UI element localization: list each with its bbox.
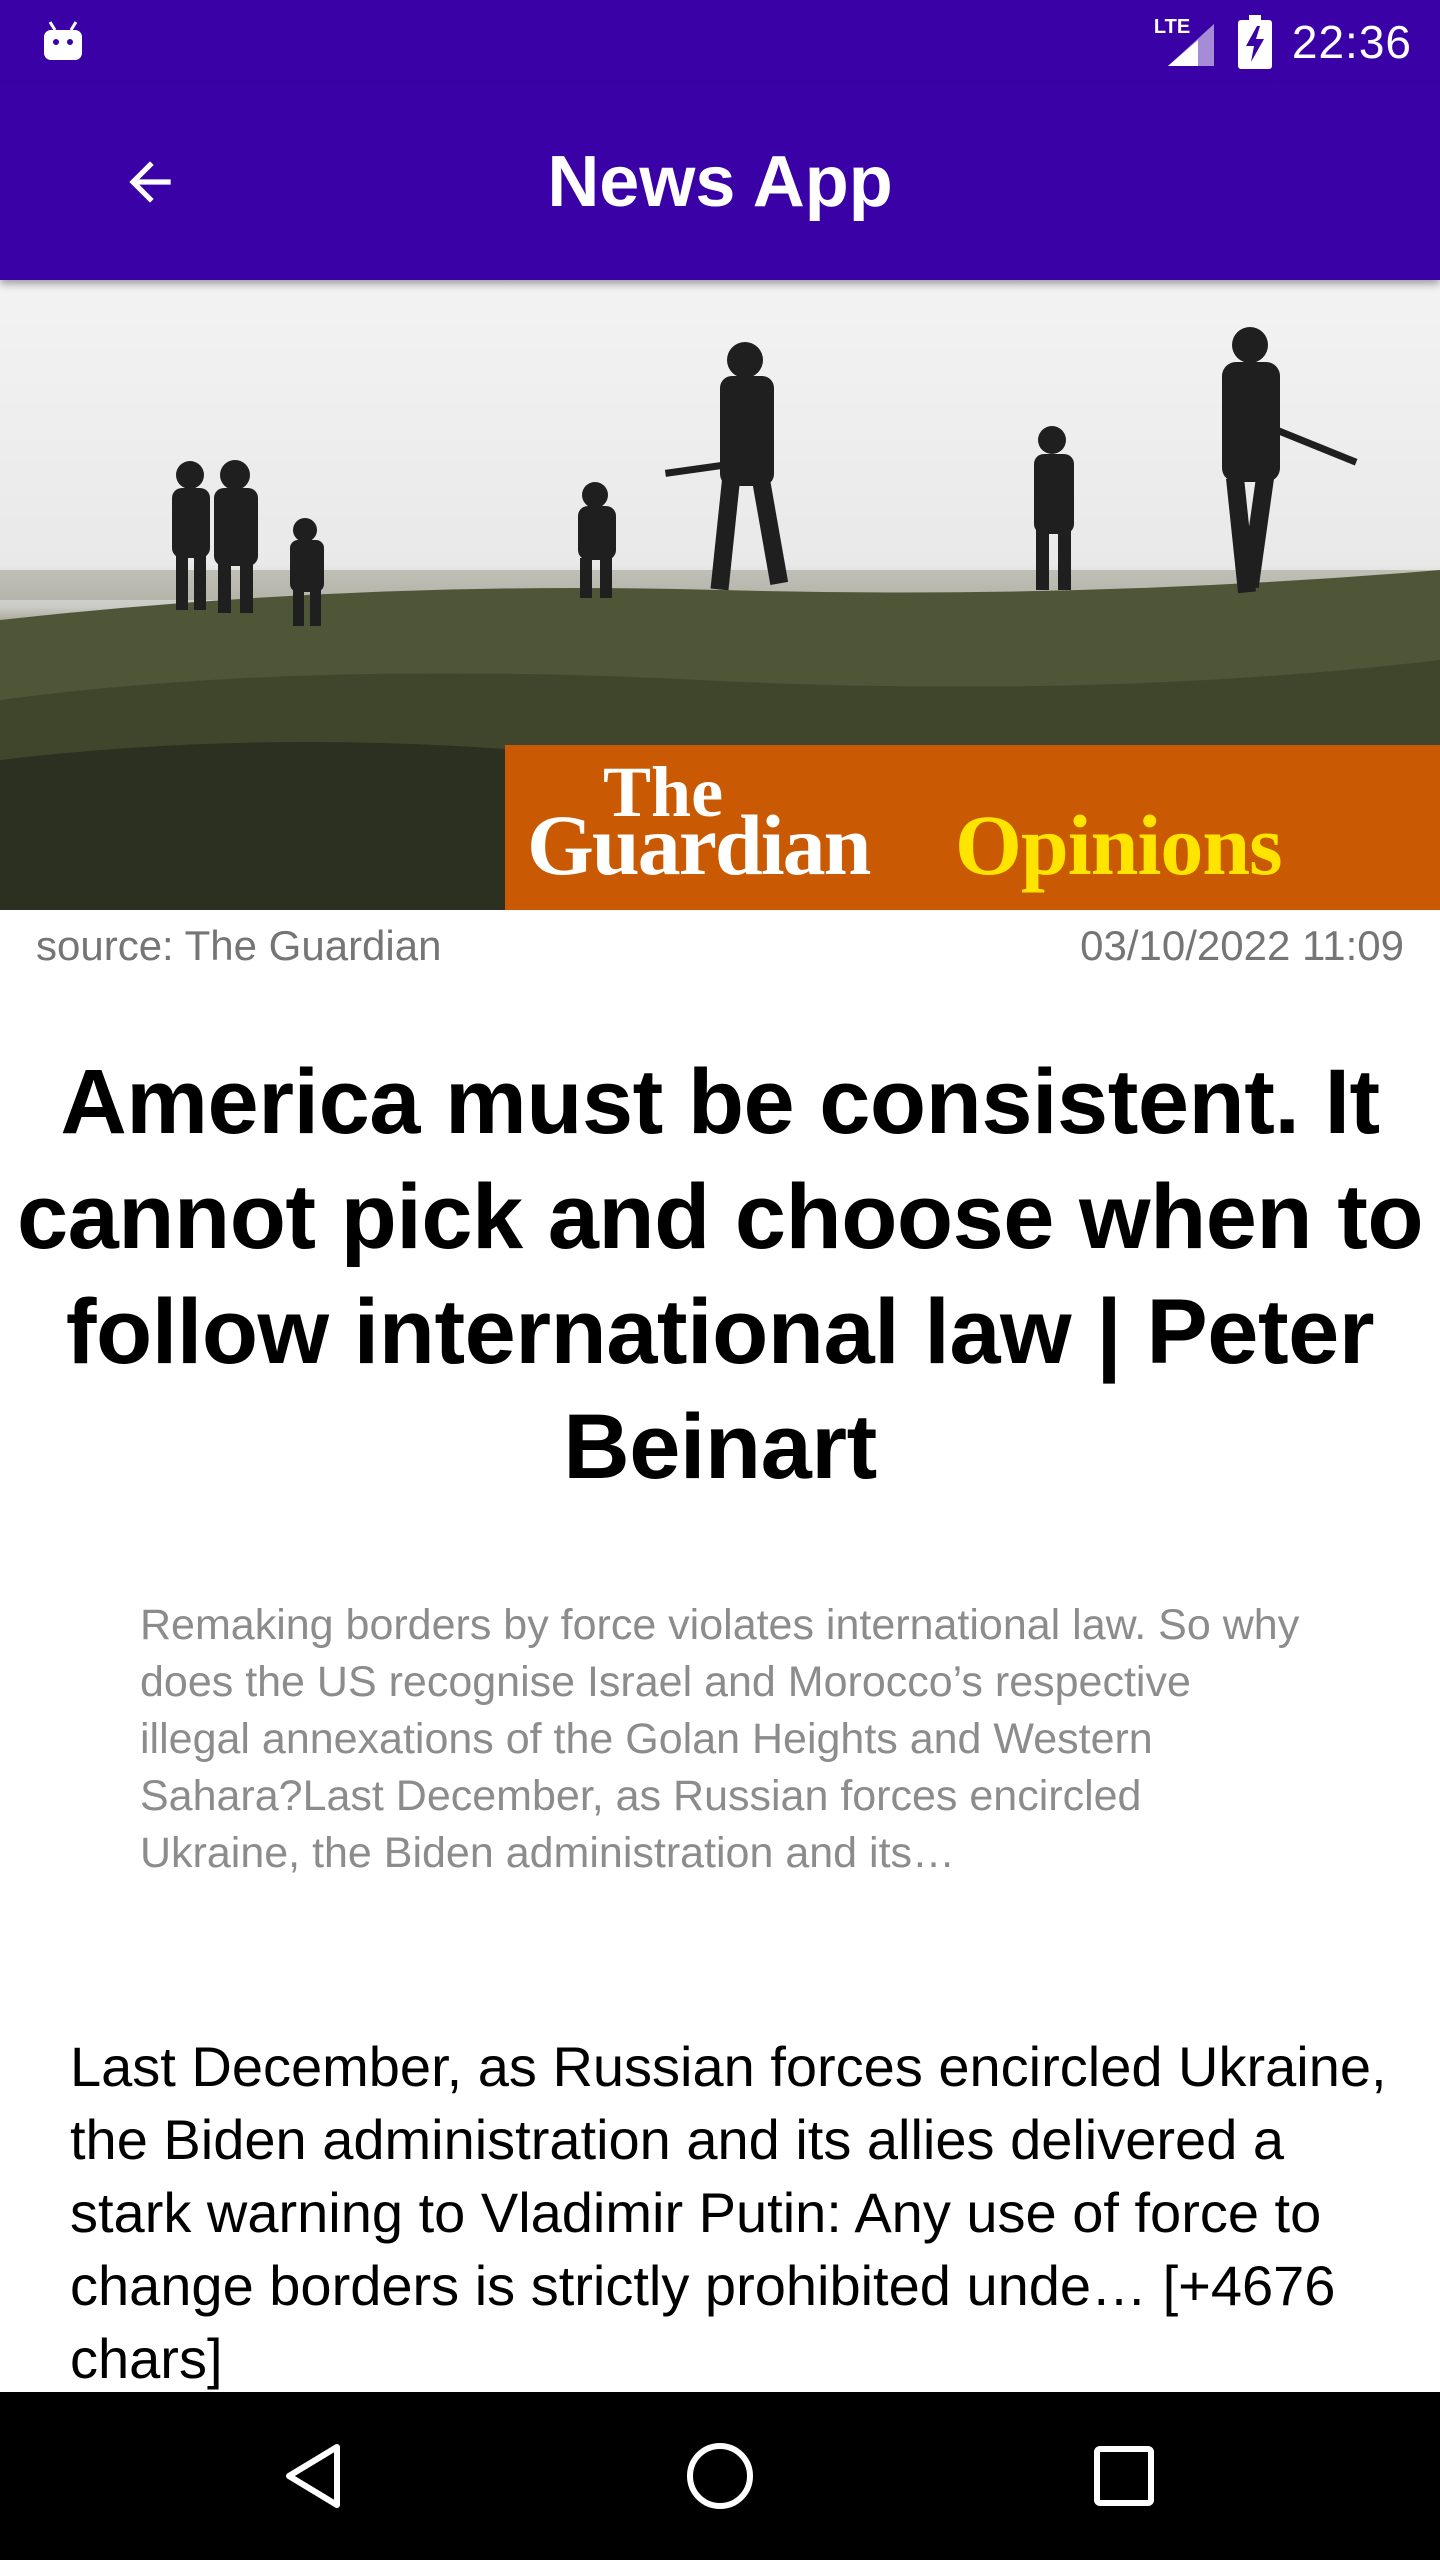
- status-icons: LTE 22:36: [1154, 0, 1412, 84]
- nav-home-icon: [687, 2443, 753, 2509]
- article-description: Remaking borders by force violates inter…: [140, 1601, 1300, 1877]
- article-title: America must be consistent. It cannot pi…: [16, 1051, 1424, 1498]
- nav-recents-button[interactable]: [1074, 2426, 1174, 2526]
- system-navigation-bar: [0, 2392, 1440, 2560]
- article-content: Last December, as Russian forces encircl…: [70, 2035, 1387, 2390]
- android-notification-icon: [44, 21, 82, 60]
- banner-guardian-text: Guardian: [527, 797, 871, 893]
- article-image: The Guardian Opinions: [0, 280, 1440, 910]
- nav-recents-icon: [1094, 2446, 1154, 2506]
- app-bar: News App: [0, 84, 1440, 280]
- page-title: News App: [547, 142, 893, 222]
- cellular-signal-icon: LTE: [1154, 16, 1218, 68]
- nav-back-button[interactable]: [266, 2426, 366, 2526]
- banner-opinions-text: Opinions: [955, 797, 1283, 893]
- status-bar: LTE 22:36: [0, 0, 1440, 84]
- guardian-opinions-banner: The Guardian Opinions: [505, 745, 1440, 910]
- article-source: source: The Guardian: [36, 922, 442, 969]
- clock: 22:36: [1291, 16, 1412, 68]
- nav-back-icon: [286, 2444, 340, 2508]
- nav-home-button[interactable]: [670, 2426, 770, 2526]
- article-date: 03/10/2022 11:09: [1080, 922, 1404, 969]
- battery-charging-icon: [1237, 15, 1272, 69]
